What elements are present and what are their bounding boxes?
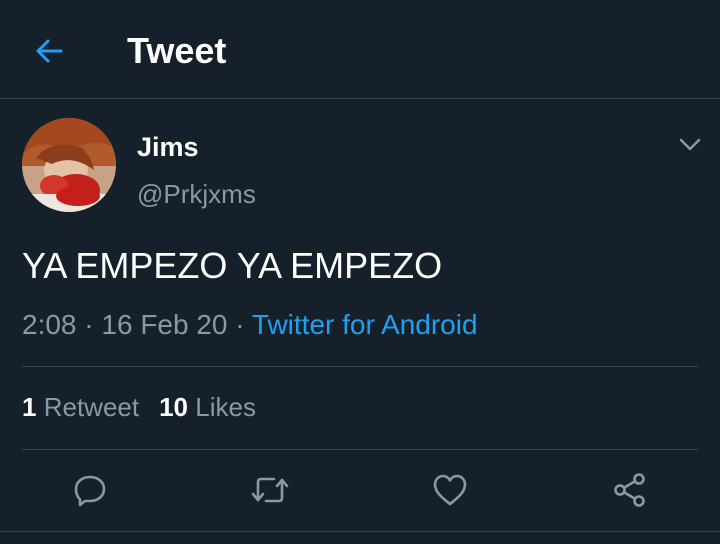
engagement-stats: 1 Retweet 10 Likes (22, 391, 256, 423)
likes-count: 10 (159, 392, 189, 422)
divider (22, 449, 698, 450)
reply-button[interactable] (70, 470, 110, 510)
reply-icon (74, 475, 106, 507)
tweet-date: 16 Feb 20 (101, 309, 228, 340)
tweet-source-link[interactable]: Twitter for Android (252, 309, 478, 340)
retweet-icon (251, 477, 289, 503)
top-app-bar: Tweet (0, 0, 720, 99)
tweet-text: YA EMPEZO YA EMPEZO (22, 245, 443, 286)
author-handle[interactable]: @Prkjxms (137, 178, 256, 210)
arrow-left-icon (36, 39, 63, 63)
like-button[interactable] (430, 470, 470, 510)
avatar[interactable] (22, 118, 116, 212)
likes-stat[interactable]: 10 Likes (159, 392, 256, 422)
like-icon (433, 474, 467, 506)
avatar-photo (22, 118, 116, 212)
divider (22, 366, 698, 367)
tweet-options-button[interactable] (675, 130, 705, 160)
back-button[interactable] (30, 32, 68, 70)
page-title: Tweet (127, 30, 227, 71)
likes-label: Likes (195, 392, 256, 422)
share-icon (614, 473, 645, 507)
retweets-stat[interactable]: 1 Retweet (22, 392, 139, 422)
author-display-name[interactable]: Jims (137, 131, 199, 163)
retweets-label: Retweet (43, 392, 140, 422)
divider (0, 531, 720, 532)
retweet-button[interactable] (250, 470, 290, 510)
tweet-actions-bar (0, 458, 720, 522)
share-button[interactable] (610, 470, 650, 510)
meta-separator: · (235, 309, 245, 340)
tweet-time: 2:08 (22, 309, 77, 340)
meta-separator: · (84, 309, 94, 340)
tweet-meta: 2:08 · 16 Feb 20 · Twitter for Android (22, 308, 478, 342)
chevron-down-icon (679, 138, 701, 151)
retweets-count: 1 (22, 392, 37, 422)
